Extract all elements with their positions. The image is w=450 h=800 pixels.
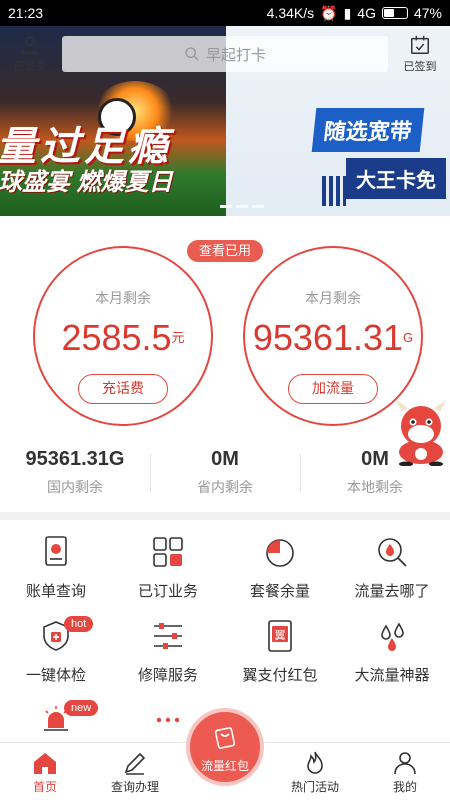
drops-icon <box>381 622 404 651</box>
grid-item-redpacket[interactable]: 翼 翼支付红包 <box>224 618 336 685</box>
flame-icon <box>307 751 323 774</box>
pager-dot <box>236 205 248 208</box>
grid-item-label: 修障服务 <box>137 667 198 684</box>
search-input[interactable]: 早起打卡 <box>62 36 388 72</box>
phone-balance-value: 2585.5元 <box>35 316 211 360</box>
banner-tag-card: 大王卡免 <box>346 158 446 199</box>
network-speed: 4.34K/s <box>266 5 315 21</box>
battery-icon <box>381 7 408 19</box>
more-icon <box>156 717 180 723</box>
battery-level: 47% <box>413 5 442 21</box>
user-icon <box>21 36 39 54</box>
bill-icon <box>45 536 67 566</box>
grid-item-package-balance[interactable]: 套餐余量 <box>224 534 336 601</box>
stat-local[interactable]: 0M 本地剩余 <box>300 448 450 497</box>
grid-item-bill-query[interactable]: 账单查询 <box>0 534 112 601</box>
stat-value: 0M <box>211 448 239 470</box>
signin-label: 已签到 <box>403 61 437 73</box>
add-data-button[interactable]: 加流量 <box>288 374 378 404</box>
calendar-check-icon <box>411 35 429 54</box>
envelope-icon: 翼 <box>268 620 292 652</box>
data-redpacket-fab[interactable]: 流量红包 <box>186 708 264 786</box>
stat-label: 国内剩余 <box>47 479 103 495</box>
search-icon <box>185 47 199 61</box>
grid-item-label: 套餐余量 <box>249 583 310 600</box>
grid-item-label: 一键体检 <box>25 667 86 684</box>
nav-mine[interactable]: 我的 <box>360 743 450 800</box>
top-bar: 已登录 早起打卡 已签到 <box>0 26 450 82</box>
grid-item-label: 翼支付红包 <box>242 667 318 684</box>
phone-balance-amount: 2585.5 <box>61 317 172 358</box>
fab-label: 流量红包 <box>200 759 249 773</box>
redpacket-icon <box>214 727 236 749</box>
data-balance-value: 95361.31G <box>245 316 421 360</box>
sliders-icon <box>154 623 182 649</box>
pager-dot <box>220 205 232 208</box>
signin-button[interactable]: 已签到 <box>396 34 444 74</box>
pager-dot <box>252 205 264 208</box>
login-label: 已登录 <box>13 61 47 73</box>
nav-query-label: 查询办理 <box>110 780 159 794</box>
nav-hot-label: 热门活动 <box>290 780 339 794</box>
recharge-button[interactable]: 充话费 <box>78 374 168 404</box>
home-icon <box>34 753 56 774</box>
phone-balance-circle: 本月剩余 2585.5元 充话费 <box>33 246 213 426</box>
remaining-stats: 95361.31G 国内剩余 0M 省内剩余 0M 本地剩余 <box>0 448 450 497</box>
view-used-button[interactable]: 查看已用 <box>187 240 263 262</box>
data-balance-caption: 本月剩余 <box>305 290 361 306</box>
data-balance-amount: 95361.31 <box>252 317 404 358</box>
nav-mine-label: 我的 <box>392 780 417 794</box>
stat-province[interactable]: 0M 省内剩余 <box>150 448 300 497</box>
status-bar: 21:23 4.34K/s ⏰ ▮ 4G 47% <box>0 0 450 26</box>
search-placeholder: 早起打卡 <box>205 46 266 64</box>
stat-value: 0M <box>361 448 389 470</box>
nav-home-label: 首页 <box>32 780 57 794</box>
nav-query[interactable]: 查询办理 <box>90 743 180 800</box>
login-button[interactable]: 已登录 <box>6 34 54 74</box>
search-drop-icon <box>378 538 407 567</box>
network-type: 4G <box>357 5 376 21</box>
new-badge: new <box>64 700 99 716</box>
stat-label: 省内剩余 <box>197 479 253 495</box>
alarm-status-icon: ⏰ <box>320 4 338 21</box>
balance-section: 查看已用 本月剩余 2585.5元 充话费 本月剩余 95361.31G 加流量… <box>0 216 450 512</box>
banner-subline: 球盛宴 燃爆夏日 <box>0 169 173 196</box>
banner-pager <box>220 205 264 208</box>
stat-label: 本地剩余 <box>347 479 403 495</box>
pencil-icon <box>124 752 146 775</box>
stat-domestic[interactable]: 95361.31G 国内剩余 <box>0 448 150 497</box>
profile-icon <box>394 752 416 775</box>
grid-item-label: 流量去哪了 <box>354 583 430 600</box>
status-time: 21:23 <box>8 5 44 21</box>
envelope-glyph: 翼 <box>275 629 286 642</box>
nav-home[interactable]: 首页 <box>0 743 90 800</box>
grid-item-label: 大流量神器 <box>354 667 430 684</box>
grid-item-repair[interactable]: 修障服务 <box>112 618 224 685</box>
banner-tag-broadband: 随选宽带 <box>311 108 425 152</box>
grid-item-label: 已订业务 <box>137 583 198 600</box>
section-divider <box>0 512 450 520</box>
pie-icon <box>266 539 294 567</box>
grid-item-data-booster[interactable]: 大流量神器 <box>336 618 448 685</box>
grid-item-subscribed[interactable]: 已订业务 <box>112 534 224 601</box>
grid-icon <box>153 537 183 567</box>
hot-badge: hot <box>64 616 94 632</box>
stat-value: 95361.31G <box>25 448 125 470</box>
signal-icon: ▮ <box>343 4 352 21</box>
stripe-graphic <box>322 176 346 206</box>
grid-item-data-usage[interactable]: 流量去哪了 <box>336 534 448 601</box>
data-balance-unit: G <box>403 330 414 345</box>
grid-item-checkup[interactable]: hot 一键体检 <box>0 616 112 685</box>
nav-hot[interactable]: 热门活动 <box>270 743 360 800</box>
phone-balance-caption: 本月剩余 <box>95 290 151 306</box>
phone-balance-unit: 元 <box>171 330 185 345</box>
grid-item-label: 账单查询 <box>25 583 86 600</box>
